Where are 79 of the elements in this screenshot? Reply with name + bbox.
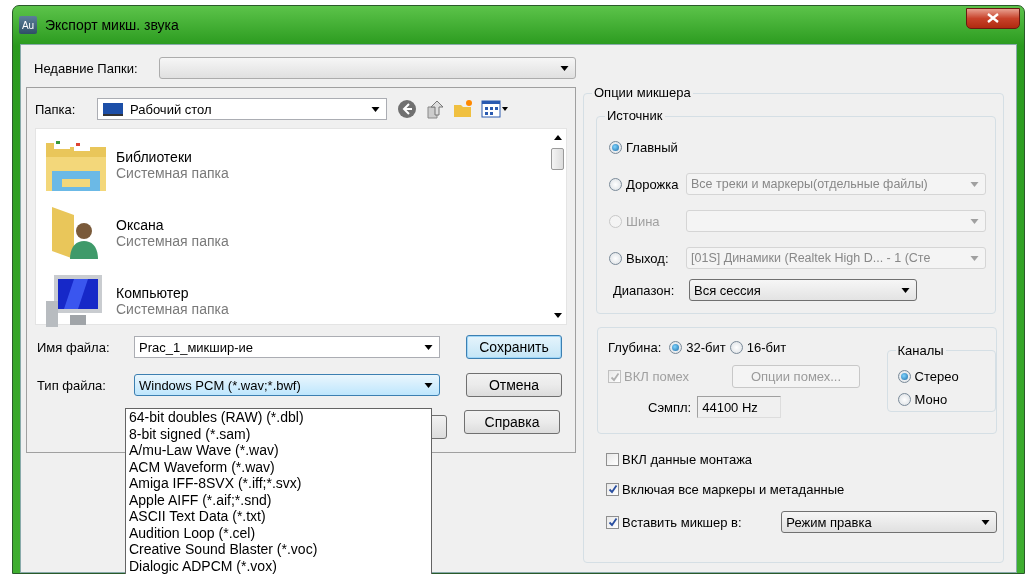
caret-icon: [560, 65, 569, 71]
radio-button[interactable]: [897, 370, 911, 383]
checkbox-label: Вставить микшер в:: [622, 514, 743, 530]
file-type-dropdown[interactable]: Windows PCM (*.wav;*.bwf): [134, 374, 440, 396]
scroll-up-icon[interactable]: [553, 135, 562, 140]
up-folder-icon[interactable]: [425, 99, 445, 119]
radio-button[interactable]: [609, 177, 622, 191]
file-name[interactable]: Библиотеки: [116, 149, 229, 165]
radio-button[interactable]: [897, 393, 911, 406]
caret-icon: [981, 519, 990, 525]
caret-icon: [970, 181, 979, 187]
group-title: Опции микшера: [592, 85, 693, 100]
checkbox[interactable]: [606, 482, 619, 496]
checkbox-label: Включая все маркеры и метаданные: [622, 481, 845, 497]
radio-label: Шина: [626, 213, 661, 229]
view-menu-icon[interactable]: [481, 100, 509, 118]
file-type: Системная папка: [116, 233, 229, 249]
radio-label: Дорожка: [626, 176, 680, 192]
app-icon: Au: [19, 16, 37, 34]
checkbox[interactable]: [606, 515, 619, 529]
insert-target-dropdown[interactable]: Режим правка: [781, 511, 997, 533]
radio-label: 32-бит: [686, 340, 726, 355]
scroll-down-icon[interactable]: [553, 313, 562, 318]
file-type-option[interactable]: 8-bit signed (*.sam): [129, 425, 431, 442]
radio-label: Стерео: [914, 369, 959, 384]
back-icon[interactable]: [397, 99, 417, 119]
scrollbar-thumb[interactable]: [551, 148, 564, 170]
save-button[interactable]: Сохранить: [466, 335, 562, 359]
file-type-option[interactable]: Amiga IFF-8SVX (*.iff;*.svx): [129, 475, 431, 492]
depth-label: Глубина:: [608, 340, 662, 355]
group-title: Источник: [605, 108, 665, 123]
dither-label: ВКЛ помех: [624, 369, 691, 384]
range-label: Диапазон:: [613, 282, 676, 298]
cancel-button[interactable]: Отмена: [466, 373, 562, 397]
close-icon: [987, 13, 999, 23]
caret-icon: [424, 344, 433, 350]
recent-folders-label: Недавние Папки:: [34, 60, 139, 76]
caret-icon: [970, 218, 979, 224]
radio-button[interactable]: [609, 140, 622, 154]
file-type: Системная папка: [116, 165, 229, 181]
file-type-option[interactable]: ACM Waveform (*.wav): [129, 458, 431, 475]
help-button[interactable]: Справка: [464, 410, 560, 434]
file-type-option[interactable]: Dialogic ADPCM (*.vox): [129, 557, 431, 574]
file-name-label: Имя файла:: [36, 339, 111, 355]
group-title: Каналы: [895, 343, 946, 358]
file-type-option[interactable]: A/mu-Law Wave (*.wav): [129, 442, 431, 459]
folder-dropdown[interactable]: Рабочий стол: [97, 98, 387, 120]
radio-button[interactable]: [669, 341, 683, 354]
file-name[interactable]: Компьютер: [116, 285, 229, 301]
caret-icon: [424, 382, 433, 388]
file-type-option[interactable]: ASCII Text Data (*.txt): [129, 508, 431, 525]
radio-button[interactable]: [729, 341, 743, 354]
window-title: Экспорт микш. звука: [45, 17, 179, 33]
file-type-option[interactable]: 64-bit doubles (RAW) (*.dbl): [129, 409, 431, 426]
checkbox[interactable]: [606, 452, 619, 466]
recent-folders-dropdown[interactable]: [159, 57, 576, 79]
file-type-option[interactable]: Audition Loop (*.cel): [129, 524, 431, 541]
monitor-icon: [102, 101, 124, 117]
file-type-label: Тип файла:: [36, 377, 107, 393]
file-type: Системная папка: [116, 301, 229, 317]
radio-label: Выход:: [626, 250, 670, 266]
radio-label: Моно: [914, 392, 948, 407]
file-type-option[interactable]: Creative Sound Blaster (*.voc): [129, 541, 431, 558]
radio-label: 16-бит: [746, 340, 787, 355]
caret-icon: [970, 255, 979, 261]
radio-button[interactable]: [609, 251, 622, 265]
caret-icon: [901, 287, 910, 293]
new-folder-icon[interactable]: [453, 99, 473, 119]
file-name-field[interactable]: Prac_1_микшир-ие: [134, 336, 440, 358]
radio-label: Главный: [626, 139, 678, 155]
close-button[interactable]: [966, 7, 1020, 29]
sample-rate-label: Сэмпл:: [648, 399, 692, 415]
file-name[interactable]: Оксана: [116, 217, 229, 233]
caret-icon: [371, 106, 380, 112]
range-dropdown[interactable]: Вся сессия: [689, 279, 917, 301]
folder-label: Папка:: [35, 101, 77, 117]
file-type-option[interactable]: Apple AIFF (*.aif;*.snd): [129, 491, 431, 508]
checkbox-label: ВКЛ данные монтажа: [622, 451, 753, 467]
sample-rate-field[interactable]: 44100 Hz: [697, 396, 782, 418]
